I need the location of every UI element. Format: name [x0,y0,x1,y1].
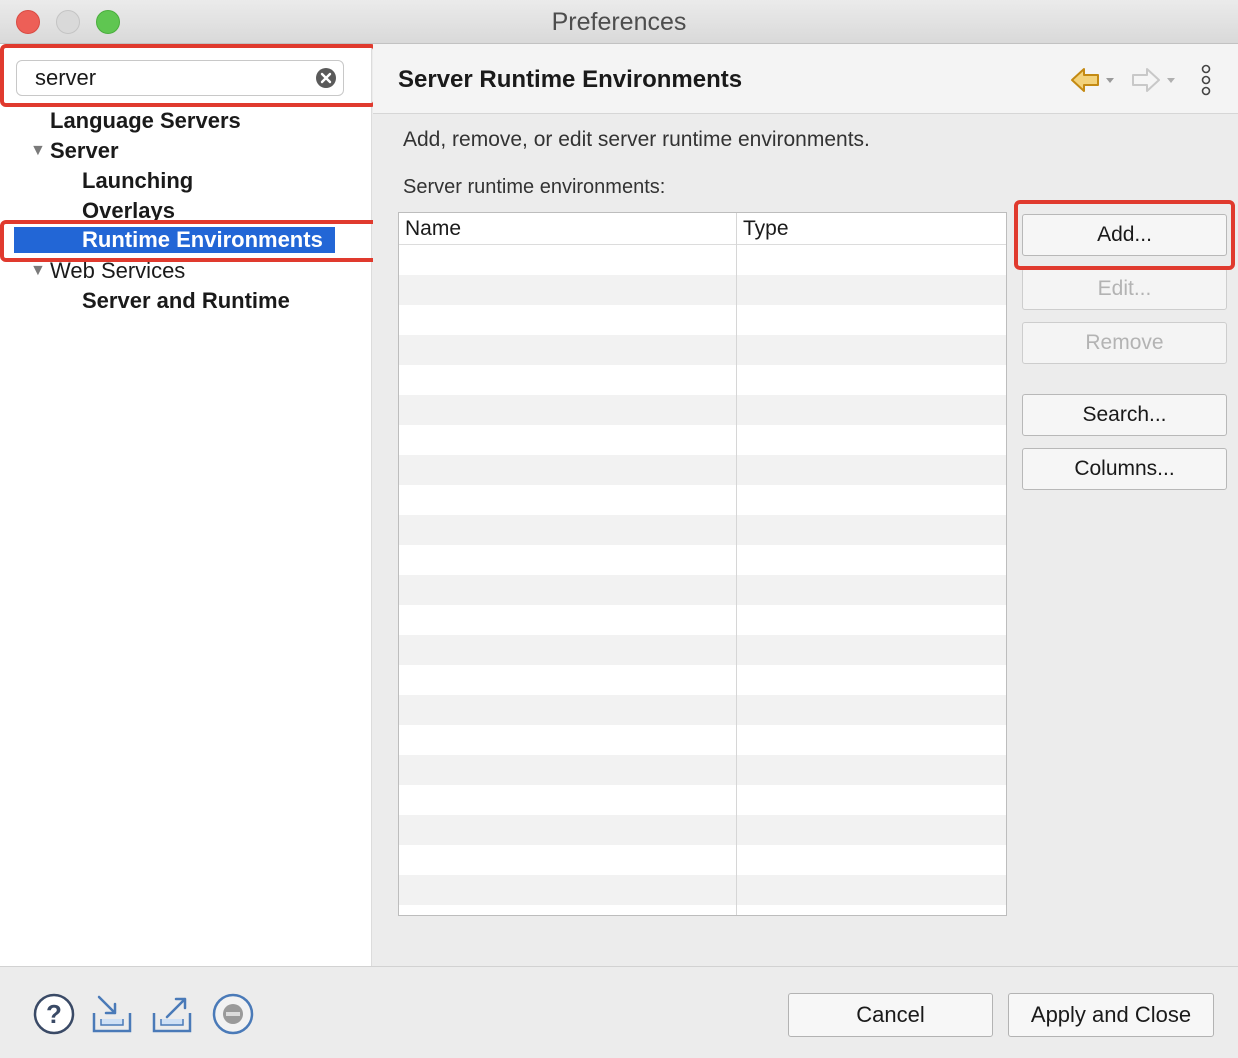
apply-and-close-button[interactable]: Apply and Close [1008,993,1214,1037]
highlight-add-button [1014,200,1235,270]
list-label: Server runtime environments: [403,176,666,198]
column-divider[interactable] [736,213,737,915]
stop-icon[interactable] [212,993,254,1035]
tree-item-server[interactable]: Server [50,138,119,164]
vertical-menu-icon[interactable] [1199,64,1213,96]
bottom-bar: ? Cancel Apply and Close [0,966,1238,1058]
help-icon[interactable]: ? [33,993,75,1035]
import-icon[interactable] [91,993,133,1035]
forward-arrow-icon[interactable] [1131,66,1179,94]
remove-button: Remove [1022,322,1227,364]
expand-arrow-icon[interactable]: ▼ [30,142,46,160]
column-header-name[interactable]: Name [405,217,461,241]
tree-item-launching[interactable]: Launching [82,168,193,194]
tree-item-server-and-runtime[interactable]: Server and Runtime [82,288,290,314]
table-body[interactable] [399,245,1006,913]
search-button[interactable]: Search... [1022,394,1227,436]
expand-arrow-icon[interactable]: ▼ [30,262,46,280]
sidebar: Language Servers ▼ Server Launching Over… [0,44,383,966]
highlight-filter [0,44,377,107]
page-header: Server Runtime Environments [373,44,1238,114]
window-title: Preferences [551,8,687,36]
runtime-table[interactable]: Name Type [398,212,1007,916]
back-arrow-icon[interactable] [1070,66,1118,94]
page-description: Add, remove, or edit server runtime envi… [403,128,870,151]
page-title: Server Runtime Environments [398,66,743,93]
export-icon[interactable] [151,993,193,1035]
table-header: Name Type [399,213,1006,245]
tree-item-language-servers[interactable]: Language Servers [50,108,241,134]
title-bar: Preferences [0,0,1238,44]
column-header-type[interactable]: Type [743,217,789,241]
cancel-button[interactable]: Cancel [788,993,993,1037]
edit-button: Edit... [1022,268,1227,310]
main-pane: Server Runtime Environments Add, remove,… [373,44,1238,966]
columns-button[interactable]: Columns... [1022,448,1227,490]
svg-text:?: ? [46,999,62,1029]
highlight-runtime-environments [0,220,383,262]
